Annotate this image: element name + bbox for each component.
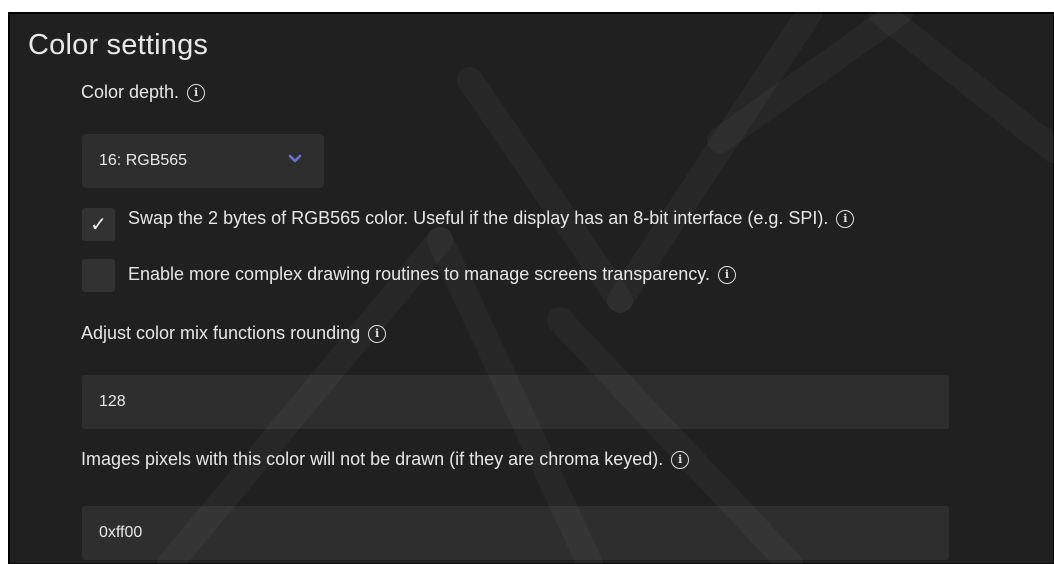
screen-transparency-checkbox[interactable] [82,259,115,292]
info-icon[interactable]: i [717,265,736,284]
info-icon[interactable]: i [671,450,690,469]
color-mix-rounding-input[interactable] [82,375,949,429]
color-mix-rounding-label: Adjust color mix functions rounding [81,323,361,343]
panel-border-left [8,12,10,564]
info-icon[interactable]: i [836,209,855,228]
chroma-key-label: Images pixels with this color will not b… [81,449,664,469]
section-title: Color settings [28,29,209,61]
color-depth-select[interactable]: 16: RGB565 [82,134,324,188]
color-depth-label: Color depth. [81,82,180,102]
color-settings-panel: Color settings Color depth. i 16: RGB565… [8,12,1054,564]
info-icon[interactable]: i [187,83,206,102]
swap-bytes-checkbox[interactable]: ✓ [82,208,115,241]
chroma-key-label-row: Images pixels with this color will not b… [81,449,690,470]
swap-bytes-label-row: Swap the 2 bytes of RGB565 color. Useful… [128,208,855,229]
chevron-down-icon [288,154,302,163]
color-depth-label-row: Color depth. i [81,82,206,103]
panel-border-top [8,12,1054,14]
screen-transparency-label-row: Enable more complex drawing routines to … [128,264,736,285]
color-mix-rounding-label-row: Adjust color mix functions rounding i [81,323,387,344]
color-depth-selected-value: 16: RGB565 [99,152,188,169]
checkmark-icon: ✓ [90,214,107,236]
info-icon[interactable]: i [368,324,387,343]
chroma-key-input[interactable] [82,506,949,560]
screen-transparency-label: Enable more complex drawing routines to … [128,264,710,284]
swap-bytes-label: Swap the 2 bytes of RGB565 color. Useful… [128,208,829,228]
